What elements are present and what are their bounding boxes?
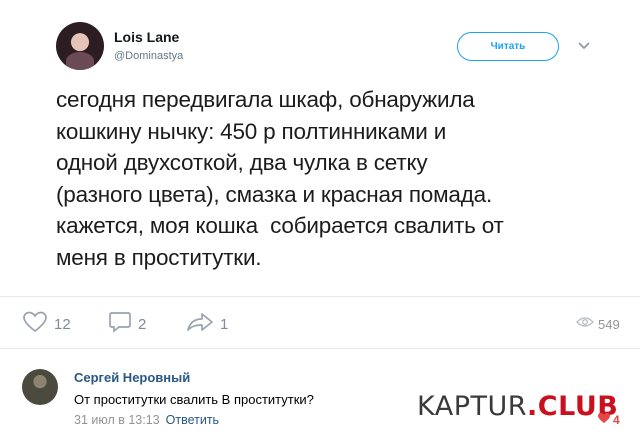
tweet-text: сегодня передвигала шкаф, обнаружила кош… [56,87,504,270]
share-button[interactable]: 1 [186,309,228,339]
chevron-down-icon[interactable] [576,38,592,54]
watermark-part: KAPTUR [417,390,527,422]
share-icon [186,311,214,338]
divider [0,348,640,349]
comment-meta: 31 июл в 13:13 Ответить [74,413,219,427]
views-count: 549 [598,316,620,332]
comment-time[interactable]: 31 июл в 13:13 [74,413,160,427]
heart-icon [22,311,48,338]
author-name[interactable]: Lois Lane [114,29,179,45]
post-actions: 12 2 1 549 [0,309,640,343]
tweet-card: Lois Lane @Dominastya Читать сегодня пер… [0,0,640,300]
heart-icon [597,411,611,429]
comment-icon [108,311,132,338]
watermark-logo: KAPTUR .CLUB [411,389,625,423]
follow-button[interactable]: Читать [457,32,559,61]
like-button[interactable]: 12 [22,309,71,339]
divider [0,296,640,297]
author-avatar[interactable] [56,22,104,70]
eye-icon [576,315,594,333]
comment-count: 2 [138,315,147,333]
comment-button[interactable]: 2 [108,309,146,339]
comment-like-count: 4 [613,413,620,427]
commenter-avatar[interactable] [22,369,58,405]
reply-link[interactable]: Ответить [166,413,219,427]
views-counter: 549 [576,309,620,339]
author-handle[interactable]: @Dominastya [114,50,183,62]
like-count: 12 [54,315,71,333]
comment-text: От проститутки свалить В проститутки? [74,392,314,407]
comment-like-button[interactable]: 4 [597,411,620,429]
share-count: 1 [220,315,229,333]
commenter-name[interactable]: Сергей Неровный [74,370,190,385]
